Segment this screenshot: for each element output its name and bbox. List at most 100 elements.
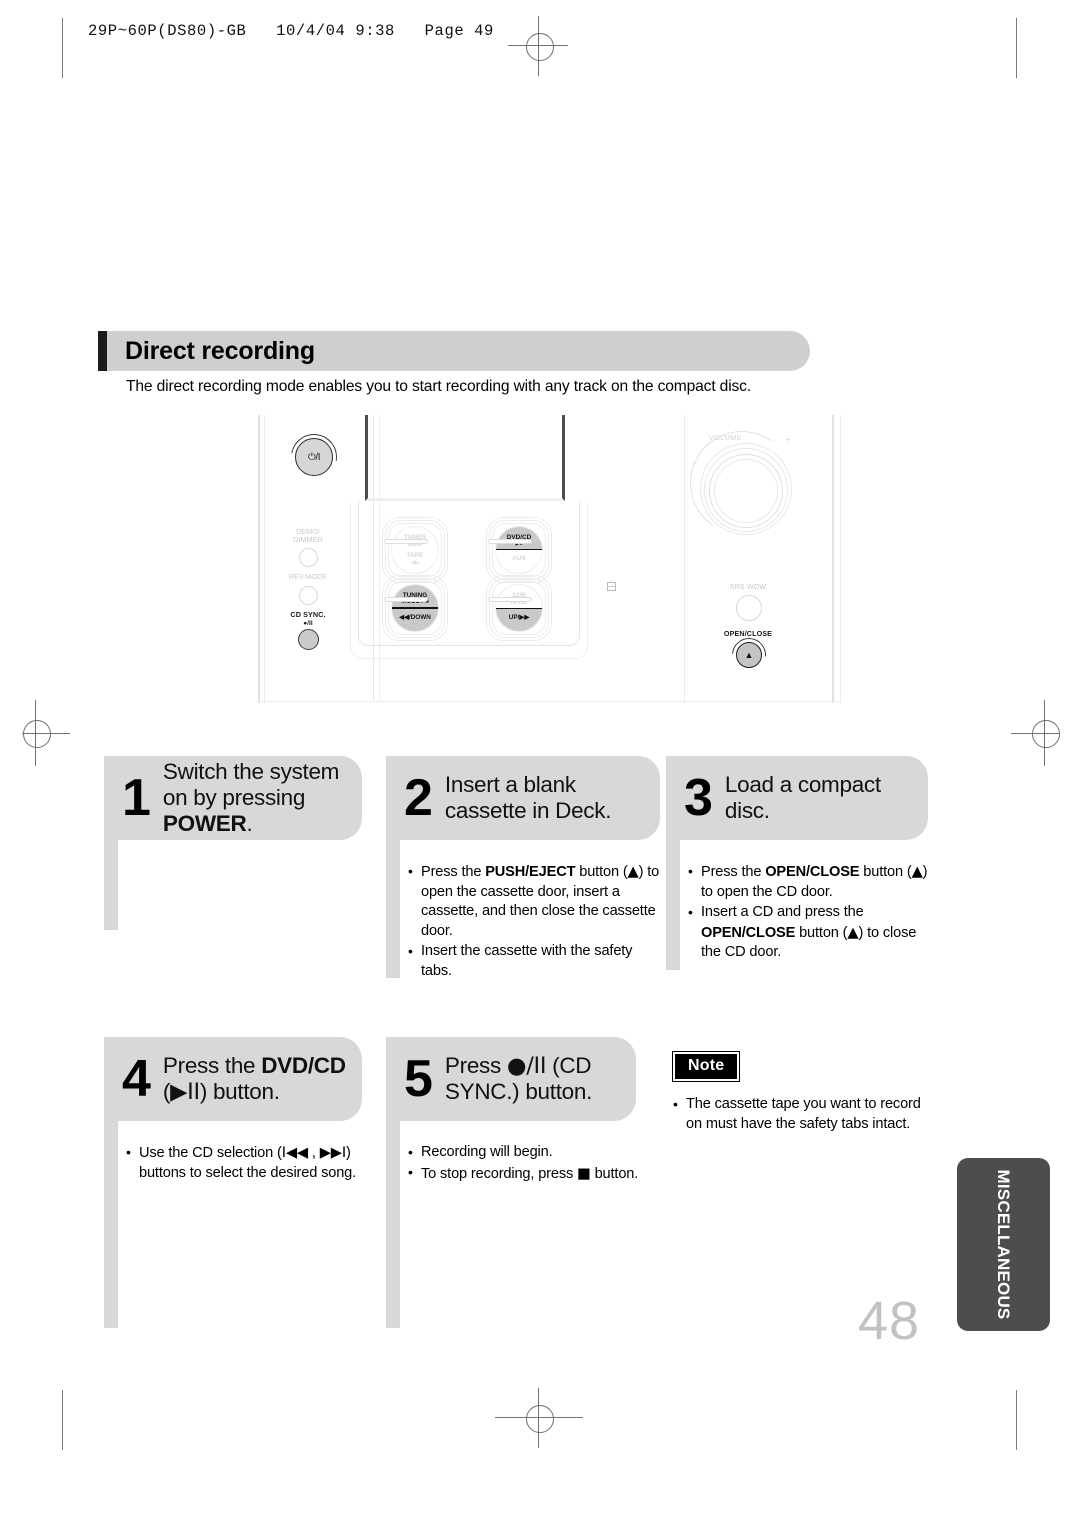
- volume-knob-face[interactable]: [714, 459, 778, 523]
- section-intro: The direct recording mode enables you to…: [126, 378, 751, 395]
- note-block: Note The cassette tape you want to recor…: [671, 1051, 933, 1135]
- demo-dimmer-label: DEMO/DIMMER: [293, 527, 323, 545]
- rev-mode-label: REV.MODE: [288, 572, 328, 581]
- demo-dimmer-button[interactable]: [299, 548, 318, 567]
- rocker-half-tape[interactable]: TAPE ◁I▷: [392, 550, 438, 573]
- heading-accent-bar: [98, 331, 107, 371]
- rocker-slot: [384, 539, 428, 544]
- step-3-number: 3: [684, 769, 713, 827]
- section-side-tab: MISCELLANEOUS: [957, 1158, 1050, 1331]
- crop-rule-top-left: [62, 18, 63, 78]
- panel-seam-left-outer: [258, 415, 260, 703]
- eject-icon: ▲: [911, 863, 923, 880]
- list-item: Insert a CD and press the OPEN/CLOSE but…: [688, 903, 936, 963]
- rewind-icon: ◀◀/DOWN: [399, 613, 431, 621]
- list-item: Press the OPEN/CLOSE button (▲) to open …: [688, 862, 936, 902]
- power-button[interactable]: ⏻/I: [295, 438, 333, 476]
- panel-seam-right-outer: [832, 415, 834, 703]
- cd-sync-sub-label: ●/II: [303, 620, 313, 627]
- step-4-header: 4 Press the DVD/CD (▶II) button.: [104, 1037, 362, 1121]
- device-front-panel-illustration: ⏻/I DEMO/DIMMER REV.MODE CD SYNC. ●/II T…: [240, 415, 850, 705]
- step-3: 3 Load a compactdisc. Press the OPEN/CLO…: [666, 756, 928, 970]
- step-3-body: Press the OPEN/CLOSE button (▲) to open …: [688, 862, 936, 964]
- cd-tray-door: [365, 415, 565, 501]
- step-1-header: 1 Switch the system on by pressing POWER.: [104, 756, 362, 840]
- rev-mode-button[interactable]: [299, 586, 318, 605]
- reg-mark-top-circle: [526, 33, 554, 61]
- open-close-button[interactable]: ▲: [736, 642, 762, 668]
- play-pause-icon: ▶II: [170, 1079, 200, 1105]
- rocker-disc: S2W LEVEL UP/▶▶: [495, 584, 543, 632]
- step-2-number: 2: [404, 769, 433, 827]
- panel-seam-right-inner: [840, 415, 841, 703]
- step-2-header: 2 Insert a blank cassette in Deck.: [386, 756, 660, 840]
- next-track-icon: ▶▶I: [319, 1144, 347, 1161]
- rocker-disc: TUNER BAND TAPE ◁I▷: [391, 526, 439, 574]
- cd-sync-button[interactable]: [298, 629, 319, 650]
- panel-seam-left-inner: [264, 415, 265, 703]
- srs-wow-label: SRS WOW: [729, 582, 767, 591]
- step-5-title: Press ●/II (CD SYNC.) button.: [444, 1053, 593, 1104]
- note-badge: Note: [671, 1051, 741, 1082]
- volume-plus-sign: +: [786, 435, 791, 444]
- rocker-half-down[interactable]: ◀◀/DOWN: [392, 608, 438, 631]
- rocker-sublabel-tape: ◁I▷: [410, 559, 420, 566]
- rocker-half-up[interactable]: UP/▶▶: [496, 608, 542, 631]
- step-1: 1 Switch the system on by pressing POWER.: [104, 756, 362, 930]
- section-side-tab-label: MISCELLANEOUS: [994, 1169, 1014, 1320]
- crop-rule-bottom-right: [1016, 1390, 1017, 1450]
- eject-icon: ▲: [627, 863, 639, 880]
- step-4-rail: [104, 1121, 118, 1328]
- step-5-header: 5 Press ●/II (CD SYNC.) button.: [386, 1037, 636, 1121]
- step-5-number: 5: [404, 1050, 433, 1108]
- list-item: To stop recording, press ■ button.: [408, 1163, 656, 1185]
- step-4-number: 4: [122, 1050, 151, 1108]
- step-1-title: Switch the system on by pressing POWER.: [162, 759, 340, 836]
- step-5: 5 Press ●/II (CDSYNC.) button. Recording…: [386, 1037, 638, 1328]
- step-1-number: 1: [122, 769, 151, 827]
- rocker-tuning-down[interactable]: TUNING MODE / ■ ◀◀/DOWN: [382, 575, 448, 641]
- section-heading: Direct recording: [98, 331, 810, 371]
- list-item: Press the PUSH/EJECT button (▲) to open …: [408, 862, 662, 941]
- eject-icon: ▲: [847, 923, 859, 941]
- step-3-rail: [666, 840, 680, 970]
- record-pause-icon: ●/II: [506, 1053, 547, 1079]
- step-2-rail: [386, 840, 400, 978]
- step-3-title: Load a compact disc.: [724, 772, 881, 823]
- step-5-body: Recording will begin. To stop recording,…: [408, 1143, 656, 1185]
- rocker-slot: [384, 597, 428, 602]
- list-item: Use the CD selection (I◀◀ , ▶▶I) buttons…: [126, 1143, 366, 1183]
- headphone-jack-icon: [607, 582, 616, 591]
- stop-icon: ■: [577, 1164, 591, 1182]
- list-item: The cassette tape you want to record on …: [673, 1095, 933, 1134]
- rocker-slot: [488, 539, 532, 544]
- cd-sync-label: CD SYNC.: [290, 610, 326, 619]
- step-1-rail: [104, 840, 118, 930]
- rocker-disc: DVD/CD ▶II AUX: [495, 526, 543, 574]
- reg-mark-bottom-circle: [526, 1405, 554, 1433]
- crop-rule-top-right: [1016, 18, 1017, 78]
- rocker-label-tape: TAPE: [406, 552, 424, 560]
- page-title: Direct recording: [125, 337, 315, 365]
- rocker-label-aux: AUX: [512, 555, 526, 563]
- step-3-header: 3 Load a compact disc.: [666, 756, 928, 840]
- rocker-level-up[interactable]: S2W LEVEL UP/▶▶: [486, 575, 552, 641]
- step-2: 2 Insert a blankcassette in Deck. Press …: [386, 756, 660, 979]
- rocker-dvdcd-aux[interactable]: DVD/CD ▶II AUX: [486, 517, 552, 583]
- note-body: The cassette tape you want to record on …: [673, 1095, 933, 1134]
- previous-track-icon: I◀◀: [281, 1144, 309, 1161]
- list-item: Recording will begin.: [408, 1143, 656, 1163]
- rocker-disc: TUNING MODE / ■ ◀◀/DOWN: [391, 584, 439, 632]
- rocker-tuner-tape[interactable]: TUNER BAND TAPE ◁I▷: [382, 517, 448, 583]
- reg-mark-right-circle: [1032, 720, 1060, 748]
- step-2-body: Press the PUSH/EJECT button (▲) to open …: [408, 862, 662, 982]
- step-4-body: Use the CD selection (I◀◀ , ▶▶I) buttons…: [126, 1143, 366, 1184]
- list-item: Insert the cassette with the safety tabs…: [408, 942, 662, 981]
- page-number: 48: [858, 1291, 921, 1351]
- rocker-half-aux[interactable]: AUX: [496, 550, 542, 573]
- panel-seam-mid-right: [684, 415, 685, 703]
- reg-mark-left-circle: [23, 720, 51, 748]
- page-slug: 29P~60P(DS80)-GB 10/4/04 9:38 Page 49: [88, 22, 494, 40]
- srs-wow-button[interactable]: [736, 595, 762, 621]
- crop-rule-bottom-left: [62, 1390, 63, 1450]
